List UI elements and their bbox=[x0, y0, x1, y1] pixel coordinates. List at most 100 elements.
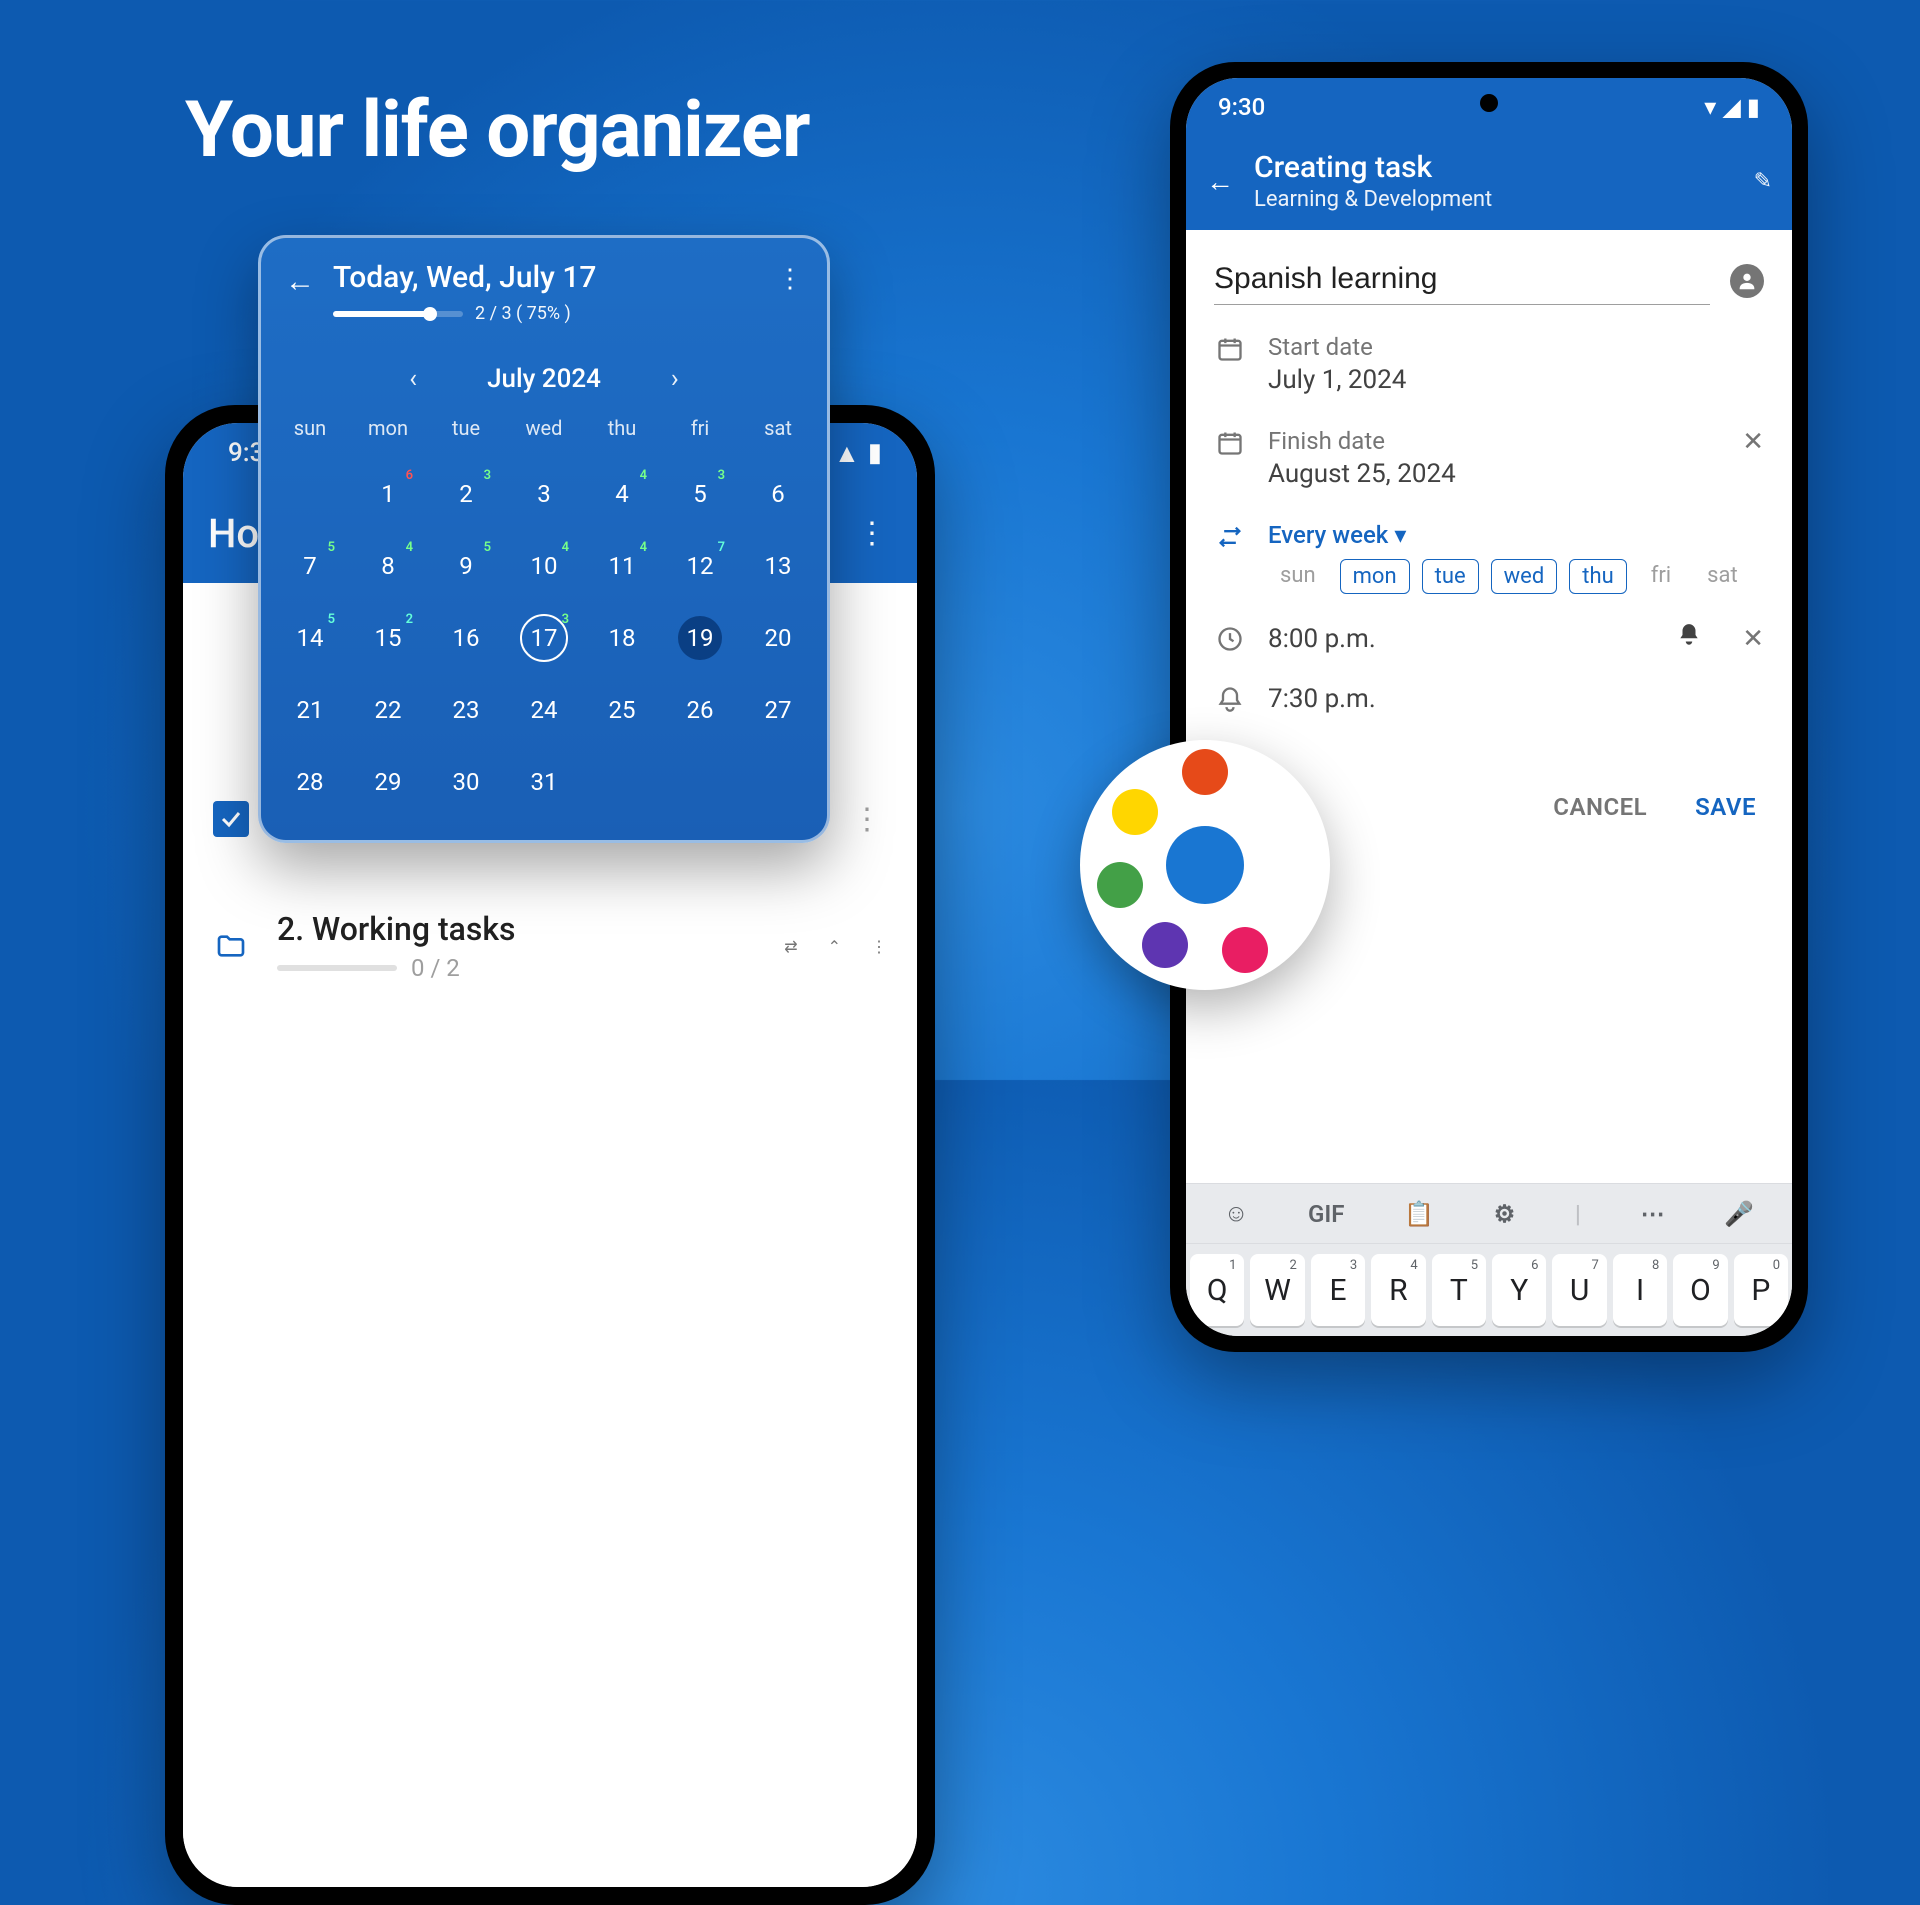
keyboard-key[interactable]: T5 bbox=[1432, 1254, 1486, 1326]
keyboard-key[interactable]: P0 bbox=[1734, 1254, 1788, 1326]
task-name-input[interactable] bbox=[1214, 256, 1710, 305]
repeat-day-chip[interactable]: sun bbox=[1268, 559, 1328, 594]
repeat-icon[interactable]: ⇄ bbox=[784, 937, 797, 956]
color-option[interactable] bbox=[1097, 862, 1143, 908]
keyboard[interactable]: ☺ GIF 📋 ⚙ | ⋯ 🎤 Q1W2E3R4T5Y6U7I8O9P0 bbox=[1186, 1183, 1792, 1336]
repeat-row[interactable]: Every week ▾ sunmontuewedthufrisat bbox=[1186, 503, 1792, 608]
calendar-day[interactable]: 127 bbox=[661, 530, 739, 602]
next-month-icon[interactable]: › bbox=[671, 364, 679, 394]
calendar-day[interactable]: 53 bbox=[661, 458, 739, 530]
repeat-day-chip[interactable]: mon bbox=[1340, 559, 1410, 594]
calendar-day[interactable]: 16 bbox=[349, 458, 427, 530]
prev-month-icon[interactable]: ‹ bbox=[409, 364, 417, 394]
calendar-day[interactable]: 25 bbox=[583, 674, 661, 746]
reminder-row[interactable]: 7:30 p.m. bbox=[1186, 669, 1792, 729]
chevron-up-icon[interactable]: ⌃ bbox=[828, 937, 841, 956]
clock-icon bbox=[1214, 623, 1246, 655]
calendar-day[interactable]: 23 bbox=[427, 674, 505, 746]
calendar-day[interactable]: 20 bbox=[739, 602, 817, 674]
calendar-day[interactable]: 6 bbox=[739, 458, 817, 530]
calendar-day[interactable]: 44 bbox=[583, 458, 661, 530]
repeat-day-chip[interactable]: wed bbox=[1491, 559, 1558, 594]
calendar-day[interactable]: 26 bbox=[661, 674, 739, 746]
calendar-day[interactable]: 75 bbox=[271, 530, 349, 602]
alarm-active-icon[interactable] bbox=[1676, 622, 1702, 655]
checkbox-checked-icon[interactable] bbox=[213, 801, 249, 837]
calendar-day[interactable]: 18 bbox=[583, 602, 661, 674]
calendar-day[interactable]: 30 bbox=[427, 746, 505, 818]
repeat-day-chip[interactable]: fri bbox=[1639, 559, 1683, 594]
calendar-day[interactable]: 22 bbox=[349, 674, 427, 746]
folder-row[interactable]: 2. Working tasks 0 / 2 ⇄ ⌃ ⋮ bbox=[183, 885, 917, 1007]
color-option[interactable] bbox=[1182, 749, 1228, 795]
clear-finish-date-icon[interactable]: ✕ bbox=[1742, 427, 1764, 457]
keyboard-key[interactable]: U7 bbox=[1552, 1254, 1606, 1326]
kb-sticker-icon[interactable]: ☺ bbox=[1224, 1199, 1249, 1228]
kb-gif-button[interactable]: GIF bbox=[1308, 1200, 1344, 1228]
edit-pencil-icon[interactable]: ✎ bbox=[1754, 169, 1772, 194]
keyboard-key[interactable]: O9 bbox=[1673, 1254, 1727, 1326]
calendar-day[interactable]: 16 bbox=[427, 602, 505, 674]
back-arrow-icon[interactable]: ← bbox=[285, 264, 315, 299]
kb-more-icon[interactable]: ⋯ bbox=[1641, 1200, 1665, 1228]
keyboard-key[interactable]: R4 bbox=[1371, 1254, 1425, 1326]
calendar-day[interactable]: 28 bbox=[271, 746, 349, 818]
finish-date-row[interactable]: Finish date August 25, 2024 ✕ bbox=[1186, 409, 1792, 503]
repeat-day-chip[interactable]: sat bbox=[1695, 559, 1750, 594]
cancel-button[interactable]: CANCEL bbox=[1553, 793, 1647, 821]
keyboard-key[interactable]: Y6 bbox=[1492, 1254, 1546, 1326]
calendar-day[interactable]: 152 bbox=[349, 602, 427, 674]
calendar-day[interactable]: 23 bbox=[427, 458, 505, 530]
kb-clipboard-icon[interactable]: 📋 bbox=[1404, 1200, 1434, 1228]
calendar-day[interactable]: 27 bbox=[739, 674, 817, 746]
kb-mic-icon[interactable]: 🎤 bbox=[1724, 1200, 1754, 1228]
repeat-day-chip[interactable]: tue bbox=[1422, 559, 1479, 594]
keyboard-key[interactable]: W2 bbox=[1250, 1254, 1304, 1326]
color-wheel-center[interactable] bbox=[1166, 826, 1244, 904]
kb-settings-icon[interactable]: ⚙ bbox=[1494, 1200, 1516, 1228]
overflow-menu-icon[interactable]: ⋮ bbox=[852, 516, 892, 551]
keyboard-row: Q1W2E3R4T5Y6U7I8O9P0 bbox=[1186, 1244, 1792, 1336]
calendar-day[interactable]: 104 bbox=[505, 530, 583, 602]
keyboard-key[interactable]: E3 bbox=[1311, 1254, 1365, 1326]
assign-user-icon[interactable] bbox=[1730, 264, 1764, 298]
color-option[interactable] bbox=[1112, 789, 1158, 835]
start-date-row[interactable]: Start date July 1, 2024 bbox=[1186, 315, 1792, 409]
calendar-day[interactable]: 145 bbox=[271, 602, 349, 674]
calendar-day[interactable]: 95 bbox=[427, 530, 505, 602]
calendar-day[interactable]: 114 bbox=[583, 530, 661, 602]
color-option[interactable] bbox=[1222, 927, 1268, 973]
back-arrow-icon[interactable]: ← bbox=[1206, 165, 1234, 198]
color-option[interactable] bbox=[1142, 922, 1188, 968]
keyboard-key[interactable]: Q1 bbox=[1190, 1254, 1244, 1326]
repeat-day-chip[interactable]: thu bbox=[1569, 559, 1626, 594]
save-button[interactable]: SAVE bbox=[1695, 793, 1756, 821]
calendar-day[interactable]: 19 bbox=[661, 602, 739, 674]
keyboard-key[interactable]: I8 bbox=[1613, 1254, 1667, 1326]
calendar-dow: sun bbox=[271, 416, 349, 458]
task-overflow-icon[interactable]: ⋮ bbox=[847, 802, 887, 837]
folder-overflow-icon[interactable]: ⋮ bbox=[871, 937, 887, 956]
status-time-r: 9:30 bbox=[1218, 93, 1265, 121]
screen-title: Creating task bbox=[1254, 150, 1734, 185]
calendar-day[interactable]: 173 bbox=[505, 602, 583, 674]
calendar-finish-icon bbox=[1214, 427, 1246, 459]
calendar-day[interactable]: 31 bbox=[505, 746, 583, 818]
camera-dot bbox=[1480, 94, 1498, 112]
calendar-day[interactable]: 84 bbox=[349, 530, 427, 602]
time-row[interactable]: 8:00 p.m. ✕ bbox=[1186, 608, 1792, 669]
calendar-day[interactable]: 29 bbox=[349, 746, 427, 818]
clear-time-icon[interactable]: ✕ bbox=[1742, 624, 1764, 654]
calendar-overflow-icon[interactable]: ⋮ bbox=[777, 264, 803, 294]
calendar-progress-bar bbox=[333, 311, 463, 317]
calendar-day[interactable]: 21 bbox=[271, 674, 349, 746]
folder-icon bbox=[213, 928, 249, 964]
chevron-down-icon: ▾ bbox=[1394, 521, 1406, 549]
calendar-day[interactable]: 3 bbox=[505, 458, 583, 530]
calendar-day[interactable]: 13 bbox=[739, 530, 817, 602]
screen-subtitle: Learning & Development bbox=[1254, 187, 1734, 212]
calendar-day[interactable]: 24 bbox=[505, 674, 583, 746]
color-wheel[interactable] bbox=[1080, 740, 1330, 990]
repeat-select[interactable]: Every week ▾ bbox=[1268, 521, 1764, 549]
start-date-value: July 1, 2024 bbox=[1268, 365, 1764, 395]
